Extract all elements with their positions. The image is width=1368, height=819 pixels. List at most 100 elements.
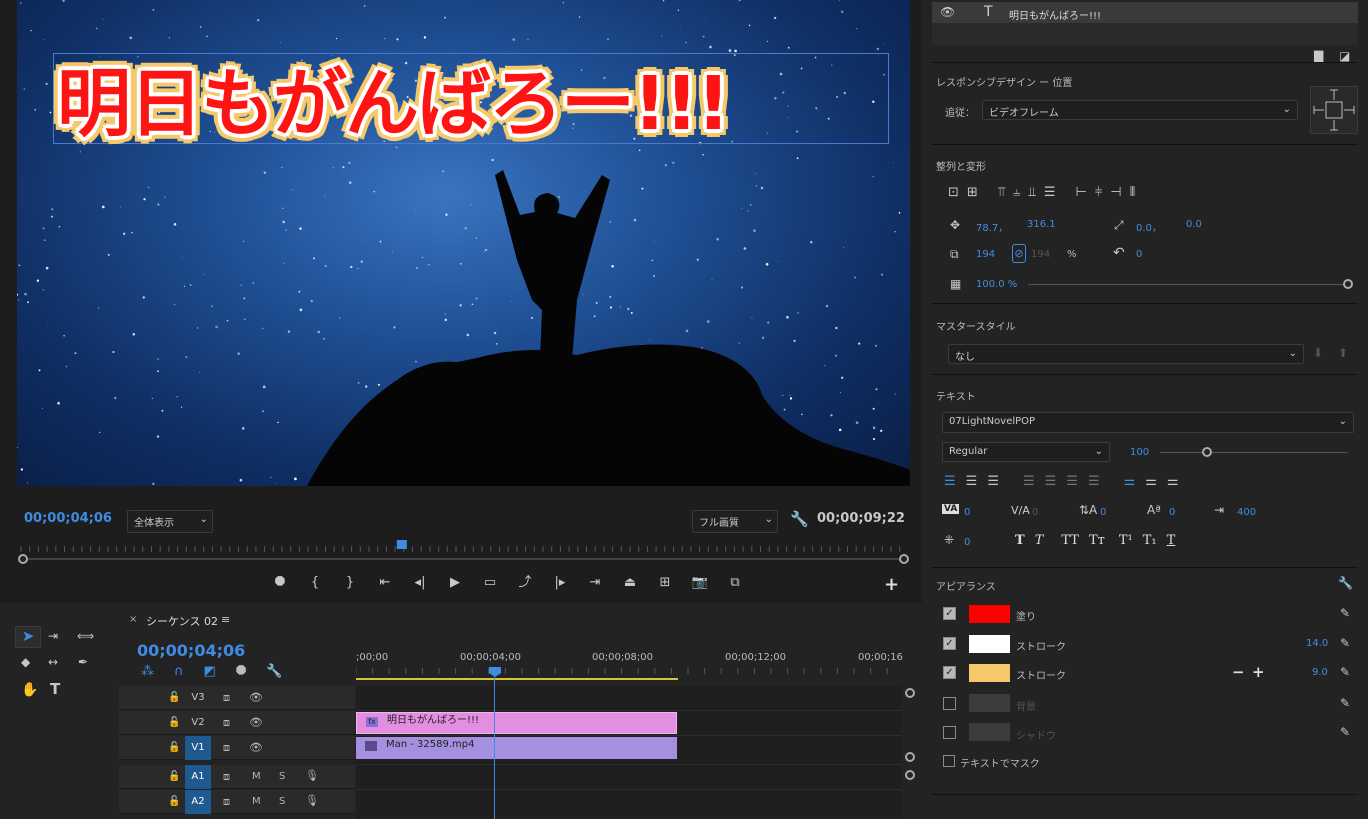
fill-color-swatch[interactable] [969,605,1010,623]
kerning-value[interactable]: 0 [964,507,970,518]
compare-icon[interactable]: ⧉ [725,573,745,593]
distribute-v-icon[interactable]: ☰ [1044,185,1056,200]
align-text-left-icon[interactable]: ☰ [944,474,956,489]
toggle-output-icon[interactable]: ⧈ [223,770,230,784]
snap-magnet-icon[interactable]: ∩ [174,664,184,679]
stroke2-color-swatch[interactable] [969,664,1010,682]
bold-icon[interactable]: T [1015,533,1025,548]
align-hcenter-icon[interactable]: ⫩ [1095,185,1102,200]
type-tool-icon[interactable]: T [50,680,60,698]
scroll-handle-top[interactable] [905,688,915,698]
clip-video-v1[interactable]: Man - 32589.mp4 [356,737,677,759]
go-to-in-icon[interactable]: ⇤ [375,573,395,593]
new-layer-icon[interactable]: ◪ [1339,49,1350,63]
pin-edges-icon[interactable] [1310,86,1358,134]
ripple-edit-icon[interactable]: ⟺ [77,629,94,643]
subscript-icon[interactable]: T₁ [1143,533,1157,548]
align-center-text-icon[interactable]: ⚌ [1145,474,1157,489]
distribute-h-icon[interactable]: ⦀ [1130,185,1136,200]
step-back-icon[interactable]: ◂| [410,573,430,593]
toggle-output-icon[interactable]: ⧈ [223,795,230,809]
scrubber-bar[interactable] [17,538,910,564]
baseline-value[interactable]: 0 [1169,507,1175,518]
nest-icon[interactable]: ⁂ [141,664,154,679]
font-select[interactable]: 07LightNovelPOP ⌄ [942,412,1354,433]
anchor-y[interactable]: 0.0 [1186,219,1202,230]
toggle-output-icon[interactable]: ⧈ [223,691,230,705]
all-caps-icon[interactable]: TT [1061,533,1079,548]
mask-with-text-checkbox[interactable] [943,755,955,767]
scroll-handle-bottom[interactable] [905,770,915,780]
position-x[interactable]: 78.7， [976,219,1008,234]
tracking-value[interactable]: 0 [1032,507,1038,518]
slip-icon[interactable]: ↔ [48,655,58,669]
camera-icon[interactable]: 📷 [690,573,710,593]
align-vcenter-icon[interactable]: ⫨ [1013,185,1020,200]
align-text-right-icon[interactable]: ☰ [987,474,999,489]
italic-icon[interactable]: T [1035,533,1044,548]
lock-icon[interactable]: 🔓 [168,742,180,753]
eyedropper-icon[interactable]: ✎ [1340,696,1350,710]
eye-icon[interactable]: 👁 [940,5,955,19]
font-style-select[interactable]: Regular ⌄ [942,442,1110,462]
layer-row[interactable]: 👁 T 明日もがんばろー!!! [932,2,1358,23]
align-top-text-icon[interactable]: ⚌ [1124,474,1136,489]
mute-button[interactable]: M [252,796,261,807]
justify-left-icon[interactable]: ☰ [1023,474,1035,489]
toggle-output-icon[interactable]: ⧈ [223,741,230,755]
work-area-bar[interactable] [356,678,678,680]
marker-icon[interactable]: ⯃ [270,573,290,593]
hand-icon[interactable]: ✋ [21,682,38,698]
quality-select[interactable]: フル画質 ⌄ [692,510,778,533]
go-to-out-icon[interactable]: ⇥ [585,573,605,593]
lock-icon[interactable]: 🔓 [168,796,180,807]
scroll-handle-mid[interactable] [905,752,915,762]
stroke2-width[interactable]: 9.0 [1312,667,1328,678]
pull-style-icon[interactable]: ⬆ [1338,346,1348,360]
track-label[interactable]: V2 [185,711,211,735]
stroke1-width[interactable]: 14.0 [1306,638,1328,649]
toggle-output-icon[interactable]: ⧈ [223,716,230,730]
play-icon[interactable]: ▶ [445,573,465,593]
align-left-icon[interactable]: ⊢ [1075,185,1086,200]
stroke2-checkbox[interactable]: ✓ [943,666,956,679]
sequence-tab[interactable]: シーケンス 02 [146,613,218,629]
justify-right-icon[interactable]: ☰ [1066,474,1078,489]
safe-margins-icon[interactable]: ▭ [480,573,500,593]
master-style-select[interactable]: なし ⌄ [948,344,1304,364]
razor-icon[interactable]: ◆ [21,655,30,669]
mute-button[interactable]: M [252,771,261,782]
tsume-value[interactable]: 0 [964,537,970,548]
selection-tool-icon[interactable]: ➤ [15,626,41,648]
rotation-value[interactable]: 0 [1136,249,1142,260]
track-label[interactable]: V3 [185,686,211,710]
shadow-checkbox[interactable] [943,726,956,739]
linked-selection-icon[interactable]: ◩ [204,664,216,679]
lock-icon[interactable]: 🔓 [168,692,180,703]
wrench-icon[interactable]: 🔧 [1338,576,1353,590]
follow-select[interactable]: ビデオフレーム ⌄ [982,100,1298,120]
justify-center-icon[interactable]: ☰ [1045,474,1057,489]
eyedropper-icon[interactable]: ✎ [1340,665,1350,679]
opacity-slider-track[interactable] [1028,284,1348,285]
align-bottom-text-icon[interactable]: ⚌ [1167,474,1179,489]
lift-icon[interactable]: ⏏ [620,573,640,593]
eyedropper-icon[interactable]: ✎ [1340,636,1350,650]
loop-icon[interactable]: ⤴ [515,573,535,593]
clip-area[interactable]: fx 明日もがんばろー!!! Man - 32589.mp4 [356,686,901,819]
lock-icon[interactable]: 🔓 [168,717,180,728]
align-to-frame-icon[interactable]: ⊞ [967,185,978,200]
position-y[interactable]: 316.1 [1027,219,1056,230]
align-right-icon[interactable]: ⊣ [1110,185,1121,200]
timeline-settings-icon[interactable]: 🔧 [266,664,282,679]
add-marker-icon[interactable]: ⯃ [236,664,246,679]
tab-width-value[interactable]: 400 [1237,507,1256,518]
solo-button[interactable]: S [279,796,285,807]
add-button-icon[interactable]: + [884,574,899,595]
background-checkbox[interactable] [943,697,956,710]
eye-icon[interactable]: 👁 [249,741,263,754]
stroke1-checkbox[interactable]: ✓ [943,637,956,650]
font-size-value[interactable]: 100 [1130,447,1149,458]
pen-icon[interactable]: ✒ [78,655,88,669]
track-target-v1[interactable]: V1 [185,736,211,760]
